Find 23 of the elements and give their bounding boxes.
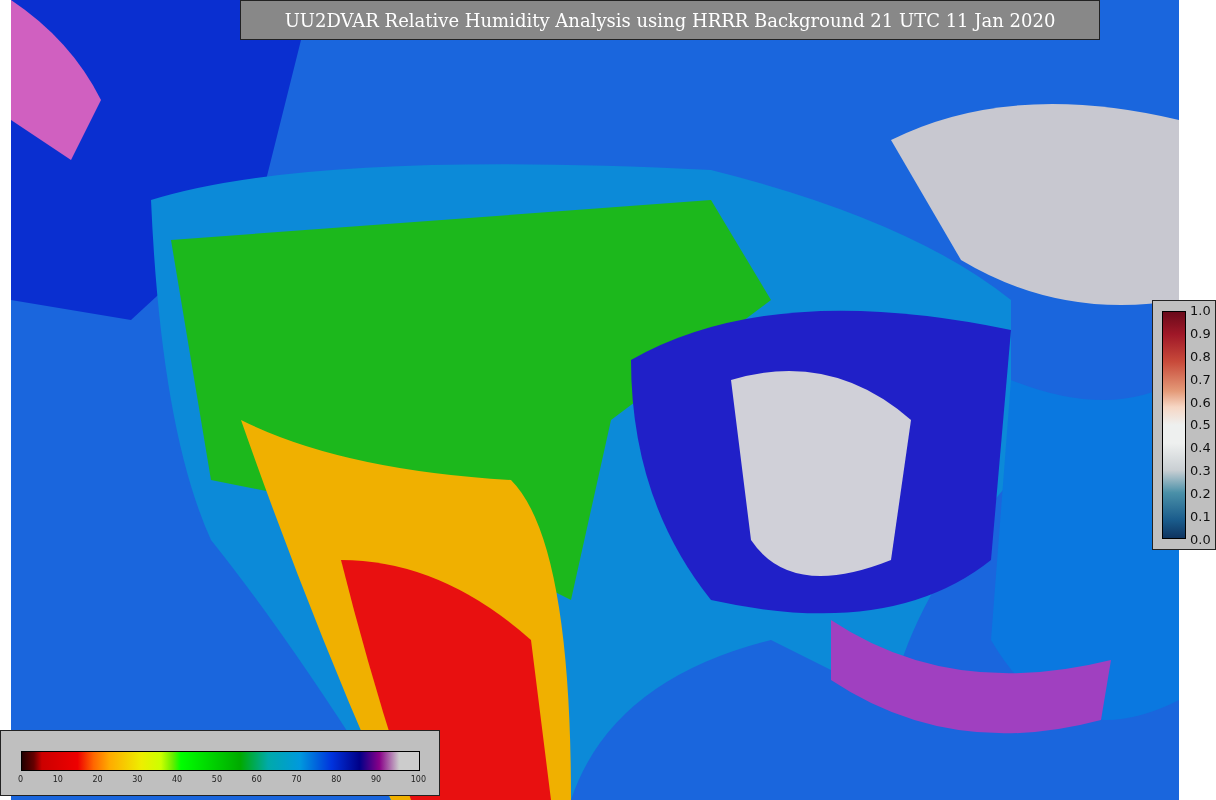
tick-label: 0.5 bbox=[1190, 417, 1211, 433]
tick-label: 0.7 bbox=[1190, 371, 1211, 387]
tick-label: 0.4 bbox=[1190, 440, 1211, 456]
tick-label: 0.9 bbox=[1190, 325, 1211, 341]
tick-label: 80 bbox=[331, 775, 342, 784]
tick-label: 40 bbox=[172, 775, 183, 784]
tick-label: 60 bbox=[251, 775, 262, 784]
tick-label: 70 bbox=[291, 775, 302, 784]
tick-label: 0 bbox=[18, 775, 24, 784]
tick-label: 0.0 bbox=[1190, 531, 1211, 547]
tick-label: 30 bbox=[132, 775, 143, 784]
tick-label: 1.0 bbox=[1190, 303, 1211, 318]
tick-label: 0.2 bbox=[1190, 486, 1211, 502]
tick-label: 20 bbox=[92, 775, 103, 784]
tick-label: 10 bbox=[52, 775, 63, 784]
tick-label: 100 bbox=[410, 775, 426, 784]
chart-title: UU2DVAR Relative Humidity Analysis using HRRR Background 21 UTC 11 Jan 2020 bbox=[240, 0, 1100, 40]
tick-label: 0.8 bbox=[1190, 348, 1211, 364]
tick-label: 50 bbox=[211, 775, 222, 784]
tick-label: 0.6 bbox=[1190, 394, 1211, 410]
tick-label: 90 bbox=[370, 775, 382, 784]
tick-label: 0.3 bbox=[1190, 463, 1211, 479]
tick-label: 0.1 bbox=[1190, 509, 1211, 524]
